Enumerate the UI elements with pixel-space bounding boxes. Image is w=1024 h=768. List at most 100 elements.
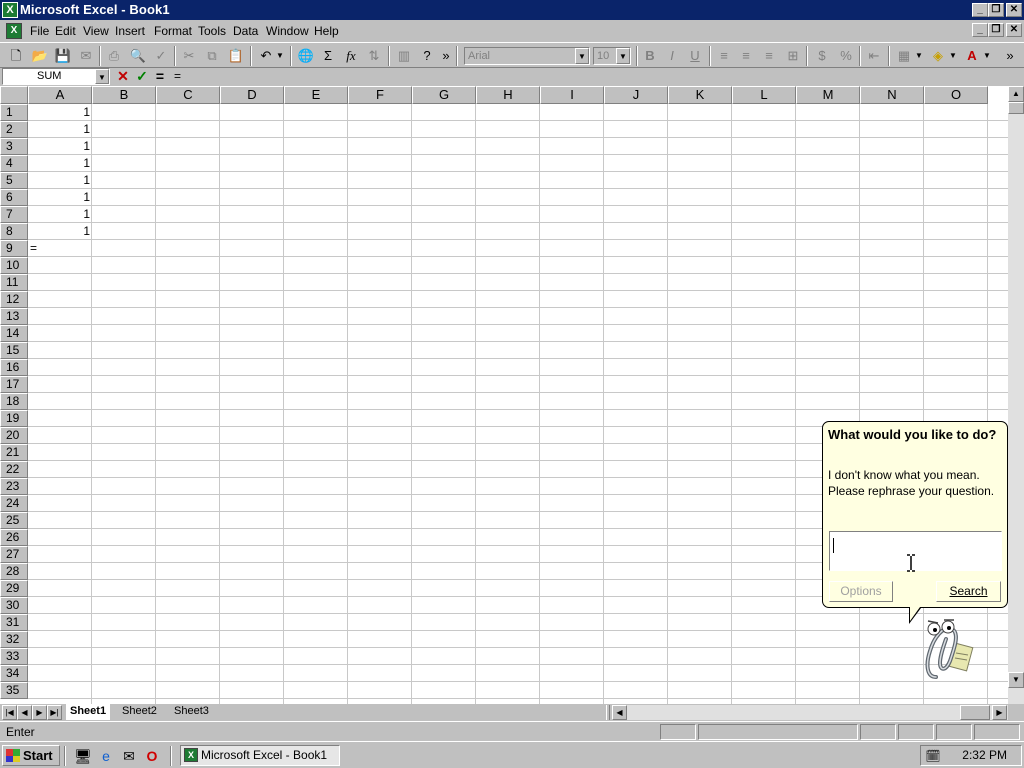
name-box[interactable]: SUM ▼ — [2, 68, 110, 85]
tab-sheet1[interactable]: Sheet1 — [66, 704, 111, 720]
print-icon[interactable]: ⎙ — [104, 46, 124, 66]
column-header-o[interactable]: O — [924, 86, 988, 104]
menu-tools[interactable]: Tools — [198, 24, 226, 38]
column-header-g[interactable]: G — [412, 86, 476, 104]
more-buttons-icon[interactable]: » — [1002, 46, 1018, 66]
align-center-icon[interactable]: ≡ — [736, 46, 756, 66]
row-header-31[interactable]: 31 — [0, 614, 28, 631]
scheduler-icon[interactable]: 🗓 — [925, 748, 941, 764]
excel-app-icon[interactable]: X — [2, 2, 18, 18]
underline-button[interactable]: U — [685, 46, 705, 66]
cell-a9[interactable]: = — [30, 240, 90, 257]
worksheet-grid[interactable]: ABCDEFGHIJKLMNO 1 2 3 4 5 6 7 8 9 10 11 12 13 14 15 16 1… — [0, 86, 1008, 704]
desktop-icon[interactable]: 🖥 — [74, 747, 92, 765]
formula-input[interactable]: = — [174, 69, 181, 83]
doc-restore-button[interactable]: ❐ — [988, 23, 1004, 37]
minimize-button[interactable]: _ — [972, 3, 988, 17]
align-left-icon[interactable]: ≡ — [714, 46, 734, 66]
row-header-28[interactable]: 28 — [0, 563, 28, 580]
cell-a4[interactable]: 1 — [30, 155, 90, 172]
fill-color-dropdown-icon[interactable]: ▼ — [948, 46, 958, 66]
column-header-l[interactable]: L — [732, 86, 796, 104]
start-button[interactable]: Start — [2, 745, 60, 766]
menu-help[interactable]: Help — [314, 24, 339, 38]
row-header-14[interactable]: 14 — [0, 325, 28, 342]
column-header-f[interactable]: F — [348, 86, 412, 104]
search-button[interactable]: Search — [936, 581, 1001, 602]
vertical-scrollbar[interactable]: ▲ ▼ — [1008, 86, 1024, 704]
save-icon[interactable]: 💾 — [53, 46, 73, 66]
scroll-up-icon[interactable]: ▲ — [1008, 86, 1024, 102]
row-header-23[interactable]: 23 — [0, 478, 28, 495]
row-header-3[interactable]: 3 — [0, 138, 28, 155]
column-header-c[interactable]: C — [156, 86, 220, 104]
undo-icon[interactable]: ↶ — [256, 46, 276, 66]
cut-icon[interactable]: ✂ — [179, 46, 199, 66]
row-header-17[interactable]: 17 — [0, 376, 28, 393]
font-color-icon[interactable]: A — [962, 46, 982, 66]
close-button[interactable]: ✕ — [1006, 3, 1022, 17]
row-header-1[interactable]: 1 — [0, 104, 28, 121]
cell-a5[interactable]: 1 — [30, 172, 90, 189]
row-header-30[interactable]: 30 — [0, 597, 28, 614]
row-header-5[interactable]: 5 — [0, 172, 28, 189]
row-header-24[interactable]: 24 — [0, 495, 28, 512]
first-sheet-icon[interactable]: |◀ — [2, 705, 17, 720]
row-header-2[interactable]: 2 — [0, 121, 28, 138]
tab-sheet2[interactable]: Sheet2 — [118, 704, 161, 720]
row-header-35[interactable]: 35 — [0, 682, 28, 699]
bold-button[interactable]: B — [640, 46, 660, 66]
row-header-26[interactable]: 26 — [0, 529, 28, 546]
column-header-h[interactable]: H — [476, 86, 540, 104]
borders-dropdown-icon[interactable]: ▼ — [914, 46, 924, 66]
opera-icon[interactable]: O — [143, 747, 161, 765]
column-header-n[interactable]: N — [860, 86, 924, 104]
cell-a2[interactable]: 1 — [30, 121, 90, 138]
menu-view[interactable]: View — [83, 24, 109, 38]
options-button[interactable]: Options — [829, 581, 893, 602]
doc-close-button[interactable]: ✕ — [1006, 23, 1022, 37]
internet-explorer-icon[interactable]: e — [97, 747, 115, 765]
row-header-7[interactable]: 7 — [0, 206, 28, 223]
paste-function-icon[interactable]: fx — [341, 46, 361, 66]
menu-data[interactable]: Data — [233, 24, 258, 38]
last-sheet-icon[interactable]: ▶| — [47, 705, 62, 720]
column-header-k[interactable]: K — [668, 86, 732, 104]
clippy-assistant-icon[interactable] — [922, 615, 976, 691]
menu-format[interactable]: Format — [154, 24, 192, 38]
task-excel-book1[interactable]: X Microsoft Excel - Book1 — [180, 745, 340, 766]
column-header-b[interactable]: B — [92, 86, 156, 104]
row-header-12[interactable]: 12 — [0, 291, 28, 308]
row-header-34[interactable]: 34 — [0, 665, 28, 682]
row-header-11[interactable]: 11 — [0, 274, 28, 291]
paste-icon[interactable]: 📋 — [226, 46, 246, 66]
next-sheet-icon[interactable]: ▶ — [32, 705, 47, 720]
horizontal-scrollbar[interactable]: ◀ ▶ — [612, 705, 1008, 720]
chevron-down-icon[interactable]: ▼ — [616, 48, 630, 64]
menu-insert[interactable]: Insert — [115, 24, 145, 38]
row-header-25[interactable]: 25 — [0, 512, 28, 529]
title-bar[interactable]: X Microsoft Excel - Book1 _ ❐ ✕ — [0, 0, 1024, 20]
scroll-right-icon[interactable]: ▶ — [992, 705, 1007, 720]
scroll-left-icon[interactable]: ◀ — [612, 705, 627, 720]
column-header-a[interactable]: A — [28, 86, 92, 104]
font-size-select[interactable]: 10 ▼ — [593, 47, 631, 65]
decrease-indent-icon[interactable]: ⇤ — [864, 46, 884, 66]
copy-icon[interactable]: ⧉ — [202, 46, 222, 66]
italic-button[interactable]: I — [662, 46, 682, 66]
row-header-22[interactable]: 22 — [0, 461, 28, 478]
borders-icon[interactable]: ▦ — [894, 46, 914, 66]
enter-formula-button[interactable]: ✓ — [133, 68, 151, 85]
column-header-m[interactable]: M — [796, 86, 860, 104]
column-header-d[interactable]: D — [220, 86, 284, 104]
menu-edit[interactable]: Edit — [55, 24, 76, 38]
column-header-i[interactable]: I — [540, 86, 604, 104]
menu-file[interactable]: File — [30, 24, 49, 38]
cell-a1[interactable]: 1 — [30, 104, 90, 121]
print-preview-icon[interactable]: 🔍 — [128, 46, 148, 66]
row-header-21[interactable]: 21 — [0, 444, 28, 461]
chart-wizard-icon[interactable]: ▥ — [394, 46, 414, 66]
undo-dropdown-icon[interactable]: ▼ — [274, 46, 286, 66]
spelling-icon[interactable]: ✓ — [151, 46, 171, 66]
merge-center-icon[interactable]: ⊞ — [783, 46, 803, 66]
